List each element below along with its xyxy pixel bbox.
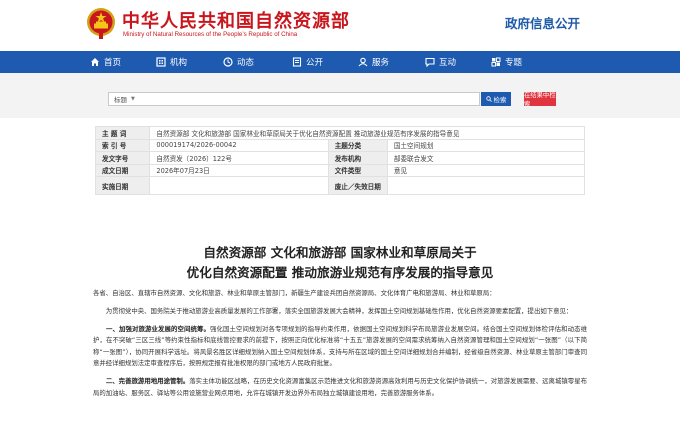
meta-label-valid: 废止／失效日期 (327, 176, 388, 195)
meta-label-doc-type: 文件类型 (327, 163, 388, 177)
search-icon (485, 96, 492, 102)
meta-label-issuing-org: 发布机构 (327, 151, 388, 165)
search-box: 标题 ▼ (108, 92, 480, 106)
meta-label-issuer: 发文字号 (94, 151, 151, 165)
site-subtitle: Ministry of Natural Resources of the Peo… (123, 31, 298, 38)
meta-value-date: 2026年07月23日 (149, 163, 329, 177)
gov-info-public-link[interactable]: 政府信息公开 (505, 13, 580, 32)
nav-item-service[interactable]: 服务 (358, 51, 389, 73)
meta-label-index: 索 引 号 (94, 138, 151, 152)
document-intro: 为贯彻党中央、国务院关于推动旅游业高质量发展的工作部署，落实全国旅游发展大会精神… (93, 306, 587, 318)
meta-value-subject: 自然资源部 文化和旅游部 国家林业和草原局关于优化自然资源配置 推动旅游业规范有… (149, 126, 585, 140)
open-icon (292, 57, 302, 67)
document-intro-text: 为贯彻党中央、国务院关于推动旅游业高质量发展的工作部署，落实全国旅游发展大会精神… (105, 306, 573, 315)
meta-value-valid (386, 176, 586, 195)
document-title-line2: 优化自然资源配置 推动旅游业规范有序发展的指导意见 (186, 265, 494, 280)
meta-label-date: 成文日期 (94, 163, 151, 177)
national-emblem-icon[interactable] (85, 6, 117, 40)
nav-item-topic[interactable]: 专题 (491, 51, 522, 73)
nav-label: 机构 (170, 58, 188, 68)
meta-label-subject: 主 题 词 (94, 126, 151, 140)
document-title: 自然资源部 文化和旅游部 国家林业和草原局关于 优化自然资源配置 推动旅游业规范… (0, 243, 680, 283)
section-2-heading: 二、完善旅游用地用途管制。 (105, 377, 190, 385)
meta-value-issuing-org: 部委联合发文 (386, 151, 586, 165)
site-header: 中华人民共和国自然资源部 Ministry of Natural Resourc… (0, 0, 680, 50)
document-section-2: 二、完善旅游用地用途管制。落实主体功能区战略，在历史文化资源富集区示范推进文化和… (93, 376, 587, 399)
nav-item-interact[interactable]: 互动 (425, 51, 456, 73)
nav-label: 专题 (505, 58, 523, 68)
nav-item-org[interactable]: 机构 (156, 51, 187, 73)
search-input[interactable] (137, 93, 479, 105)
meta-value-effective (149, 176, 329, 195)
search-bar: 标题 ▼ 检索 在结果中检索 (0, 73, 680, 118)
meta-value-category: 国土空间规划 (386, 138, 586, 152)
meta-value-issuer: 自然资发〔2026〕122号 (149, 151, 329, 165)
chat-icon (425, 57, 435, 67)
nav-label: 首页 (104, 58, 122, 68)
search-button-label: 检索 (493, 96, 507, 104)
nav-item-home[interactable]: 首页 (90, 51, 121, 73)
service-icon (358, 57, 368, 67)
meta-value-doc-type: 意见 (386, 163, 586, 177)
document-body: 各省、自治区、直辖市自然资源、文化和旅游、林业和草原主管部门，新疆生产建设兵团自… (93, 288, 587, 406)
site-title[interactable]: 中华人民共和国自然资源部 (122, 7, 350, 33)
nav-label: 互动 (439, 58, 457, 68)
nav-item-news[interactable]: 动态 (223, 51, 254, 73)
topic-icon (491, 57, 501, 67)
document-meta-table: 主 题 词 自然资源部 文化和旅游部 国家林业和草原局关于优化自然资源配置 推动… (94, 126, 586, 195)
nav-item-open[interactable]: 公开 (292, 51, 323, 73)
search-within-results-button[interactable]: 在结果中检索 (524, 92, 556, 108)
meta-value-index: 000019174/2026-00042 (149, 138, 329, 152)
nav-label: 动态 (237, 58, 255, 68)
nav-label: 公开 (306, 58, 324, 68)
org-icon (156, 57, 166, 67)
document-section-1: 一、加强对旅游业发展的空间统筹。强化国土空间规划对各专项规划的指导约束作用，依据… (93, 324, 587, 370)
search-scope-select[interactable]: 标题 (109, 94, 131, 104)
news-icon (223, 57, 233, 67)
meta-label-category: 主题分类 (327, 138, 388, 152)
main-nav: 首页 机构 动态 公开 服务 互动 专题 (0, 51, 680, 73)
search-button[interactable]: 检索 (481, 92, 511, 106)
document-recipients: 各省、自治区、直辖市自然资源、文化和旅游、林业和草原主管部门，新疆生产建设兵团自… (93, 289, 496, 297)
home-icon (91, 58, 99, 66)
nav-label: 服务 (372, 58, 390, 68)
meta-label-effective: 实施日期 (94, 176, 151, 195)
section-1-heading: 一、加强对旅游业发展的空间统筹。 (106, 324, 211, 333)
document-title-line1: 自然资源部 文化和旅游部 国家林业和草原局关于 (203, 245, 477, 260)
chevron-down-icon[interactable]: ▼ (131, 96, 135, 102)
